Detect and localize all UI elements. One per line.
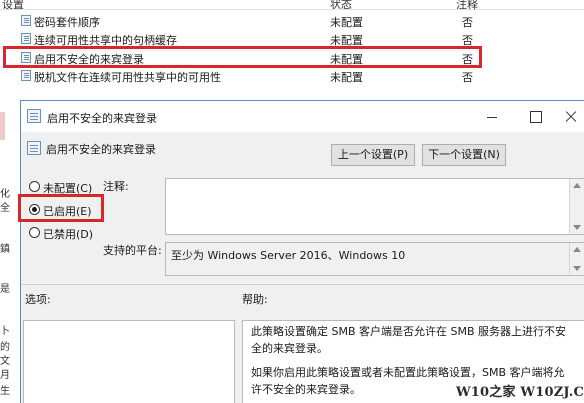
dialog-titlebar[interactable]: 启用不安全的来宾登录 [21,101,584,132]
policy-icon [27,141,41,155]
note-scrollbar[interactable] [569,179,584,234]
scroll-down-icon[interactable] [573,266,581,271]
row-state: 未配置 [330,71,363,84]
policy-icon [27,109,41,123]
occluded-window-edge: 化 全 鎮 是 卜 的 文 月 生 [0,100,20,403]
policy-dialog: 启用不安全的来宾登录 启用不安全的来宾登录 上一个设置(P) 下一个设置(N) … [20,100,584,403]
platform-scrollbar[interactable] [569,243,584,275]
row-highlight-box [3,46,482,68]
next-setting-button[interactable]: 下一个设置(N) [422,144,506,166]
occluded-text: 全 [0,203,10,214]
occluded-text: 化 [0,189,10,200]
scroll-up-icon[interactable] [573,247,581,252]
options-pane[interactable] [23,320,235,403]
list-header: 设置 状态 注释 [0,0,584,12]
minimize-icon[interactable] [477,101,507,132]
radio-button[interactable] [29,181,40,192]
policy-header-title: 启用不安全的来宾登录 [46,143,156,156]
platform-value: 至少为 Windows Server 2016、Windows 10 [171,249,406,262]
note-label: 注释: [103,180,129,193]
platform-label: 支持的平台: [103,244,162,257]
options-label: 选项: [25,293,51,306]
occluded-text: 鎮 [0,244,10,255]
row-note: 否 [462,71,473,84]
previous-setting-button[interactable]: 上一个设置(P) [331,144,415,166]
policy-list: 设置 状态 注释 密码套件顺序 未配置 否 连续可用性共享中的句柄缓存 未配置 … [0,0,584,100]
maximize-icon[interactable] [520,101,550,132]
row-state: 未配置 [330,16,363,29]
help-label: 帮助: [242,293,268,306]
site-watermark: W10之家 W10ZJ.COM [456,385,584,400]
column-header-setting[interactable]: 设置 [2,0,24,12]
policy-icon [21,33,31,44]
scroll-up-icon[interactable] [573,183,581,188]
policy-icon [21,15,31,26]
radio-button[interactable] [29,227,40,238]
platform-field: 至少为 Windows Server 2016、Windows 10 [165,242,584,276]
list-row[interactable]: 脱机文件在连续可用性共享中的可用性 未配置 否 [0,67,584,85]
divider [21,284,584,285]
dialog-title: 启用不安全的来宾登录 [47,112,157,125]
note-textarea[interactable] [165,178,584,235]
occluded-text: 文 [0,356,10,367]
row-name: 密码套件顺序 [34,16,100,29]
occluded-text: 月 [0,370,10,381]
row-name: 脱机文件在连续可用性共享中的可用性 [34,71,221,84]
column-header-state[interactable]: 状态 [330,0,352,12]
occluded-text: 生 [0,386,10,397]
radio-label[interactable]: 已禁用(D) [43,226,93,242]
column-header-note[interactable]: 注释 [456,0,478,12]
scroll-down-icon[interactable] [573,225,581,230]
occluded-marker [0,112,5,140]
help-paragraph: 此策略设置确定 SMB 客户端是否允许在 SMB 服务器上进行不安全的来宾登录。 [251,325,567,355]
occluded-text: 的 [0,342,10,353]
policy-icon [21,70,31,81]
list-row[interactable]: 密码套件顺序 未配置 否 [0,12,584,30]
occluded-text: 是 [0,284,10,295]
row-note: 否 [462,16,473,29]
radio-highlight-box [18,194,104,222]
occluded-text: 卜 [0,326,10,337]
close-icon[interactable] [559,101,584,132]
